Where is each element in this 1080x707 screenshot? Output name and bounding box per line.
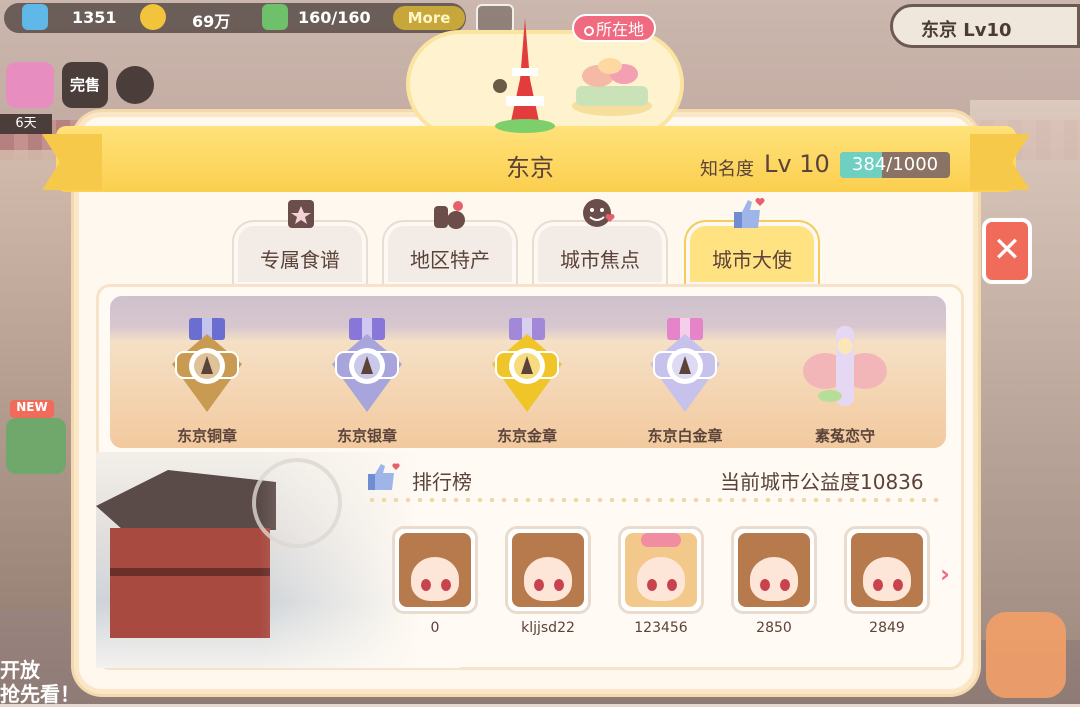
ranking-player-name: 2850 xyxy=(756,620,792,636)
ranking-player-name: 0 xyxy=(430,620,440,636)
ranking-avatar[interactable] xyxy=(618,526,704,614)
coin-icon xyxy=(140,4,166,30)
medal-name: 东京银章 xyxy=(336,427,397,445)
gem-count: 1351 xyxy=(72,8,117,27)
macaron-cake-icon xyxy=(572,58,652,116)
temple-body xyxy=(110,528,270,638)
medal-icon[interactable] xyxy=(482,316,572,416)
thumbs-up-icon xyxy=(368,463,400,490)
medal-icon[interactable] xyxy=(800,316,890,416)
tokyo-tower-icon xyxy=(493,18,555,133)
city-level-pill[interactable]: 东京 Lv10 xyxy=(890,4,1080,48)
ranking-player-name: kljjsd22 xyxy=(521,620,575,636)
medal-name: 东京铜章 xyxy=(176,427,237,445)
ranking-avatar[interactable] xyxy=(844,526,930,614)
specialty-jars-icon xyxy=(434,201,465,229)
close-button[interactable]: ✕ xyxy=(982,218,1032,284)
ranking-avatar[interactable] xyxy=(505,526,591,614)
banner-text-line2: 抢先看！ xyxy=(0,682,80,706)
city-title: 东京 xyxy=(506,154,554,182)
medal-icon[interactable] xyxy=(162,316,252,416)
travel-stamp-logo xyxy=(252,458,342,548)
medal-icon[interactable] xyxy=(640,316,730,416)
more-button[interactable]: More xyxy=(393,6,465,30)
medal-name: 东京白金章 xyxy=(647,427,723,445)
tab-label: 城市大使 xyxy=(712,248,792,272)
event-days-badge: 6天 xyxy=(0,114,52,134)
search-icon[interactable] xyxy=(116,66,154,104)
current-location-label: 所在地 xyxy=(595,20,644,39)
city-charity-score: 当前城市公益度10836 xyxy=(720,470,924,494)
smiley-heart-icon xyxy=(583,199,615,227)
map-move-button[interactable] xyxy=(986,612,1066,698)
fame-label: 知名度 xyxy=(700,159,754,180)
tab-label: 专属食谱 xyxy=(260,248,340,272)
ranking-avatar[interactable] xyxy=(392,526,478,614)
coin-count: 69万 xyxy=(192,12,231,31)
ranking-title: 排行榜 xyxy=(412,470,472,494)
fame-level: Lv 10 xyxy=(764,150,830,178)
background-shelf-left xyxy=(0,150,80,610)
next-page-arrow-icon[interactable]: › xyxy=(940,560,960,588)
fame-progress-text: 384/1000 xyxy=(851,154,939,175)
ranking-player-name: 2849 xyxy=(869,620,905,636)
dotted-divider xyxy=(366,498,946,502)
recipe-book-button[interactable] xyxy=(6,418,66,474)
medal-name: 东京金章 xyxy=(496,427,557,445)
thumbs-up-heart-icon xyxy=(734,198,765,228)
recipe-book-icon xyxy=(288,200,314,228)
energy-icon xyxy=(262,4,288,30)
new-badge: NEW xyxy=(10,400,54,418)
ranking-player-name: 123456 xyxy=(634,620,688,636)
party-time-button[interactable] xyxy=(6,62,54,108)
location-pin-icon xyxy=(583,25,594,36)
fame-progress-bar: 384/1000 xyxy=(840,152,950,178)
city-level-label: 东京 Lv10 xyxy=(921,20,1012,41)
tab-label: 城市焦点 xyxy=(560,248,640,272)
tab-label: 地区特产 xyxy=(410,248,490,272)
gem-icon xyxy=(22,4,48,30)
ranking-avatar[interactable] xyxy=(731,526,817,614)
sale-button[interactable]: 完售 xyxy=(62,62,108,108)
current-location-tag: 所在地 xyxy=(572,14,656,42)
medal-name: 素菟恋守 xyxy=(814,427,875,445)
energy-count: 160/160 xyxy=(298,8,371,27)
medal-icon[interactable] xyxy=(322,316,412,416)
